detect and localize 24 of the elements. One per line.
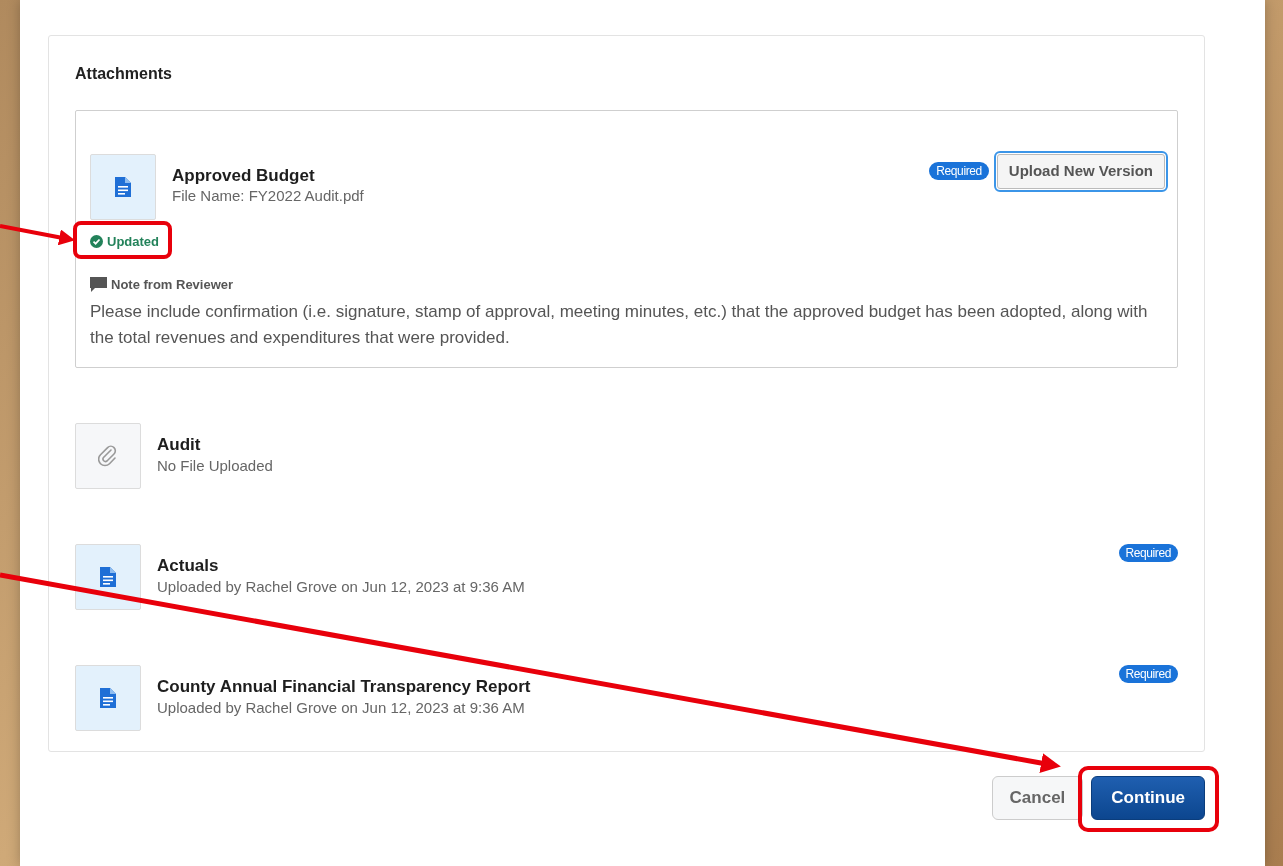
section-title: Attachments xyxy=(75,64,173,84)
required-badge: Required xyxy=(929,162,989,181)
paperclip-icon xyxy=(98,445,118,468)
check-circle-icon xyxy=(90,235,103,249)
continue-button[interactable]: Continue xyxy=(1091,776,1205,820)
attachment-title: Audit xyxy=(157,435,202,456)
required-badge: Required xyxy=(1118,665,1178,684)
document-icon xyxy=(100,567,116,588)
attachment-subtitle: No File Uploaded xyxy=(157,455,274,476)
attachment-title: Actuals xyxy=(157,556,220,577)
cancel-button[interactable]: Cancel xyxy=(991,776,1084,820)
note-heading: Note from Reviewer xyxy=(111,276,234,295)
attachment-subtitle: Uploaded by Rachel Grove on Jun 12, 2023 at 9:36 AM xyxy=(157,697,526,718)
status-label: Updated xyxy=(90,232,159,252)
attachment-subtitle: Uploaded by Rachel Grove on Jun 12, 2023 at 9:36 AM xyxy=(157,576,526,597)
required-badge: Required xyxy=(1118,544,1178,563)
document-icon xyxy=(115,177,131,197)
comment-icon xyxy=(90,277,107,293)
attachment-title: Approved Budget xyxy=(172,166,316,187)
reviewer-note: Please include confirmation (i.e. signature, stamp of approval, meeting minutes, etc.) that the approved budget has been adopted, along with the total revenues and expenditures that were provided. xyxy=(90,300,1149,350)
attachment-title: County Annual Financial Transparency Report xyxy=(157,677,532,698)
document-icon xyxy=(100,688,116,709)
attachment-subtitle: File Name: FY2022 Audit.pdf xyxy=(172,186,365,206)
upload-button[interactable]: Upload New Version xyxy=(996,154,1165,189)
